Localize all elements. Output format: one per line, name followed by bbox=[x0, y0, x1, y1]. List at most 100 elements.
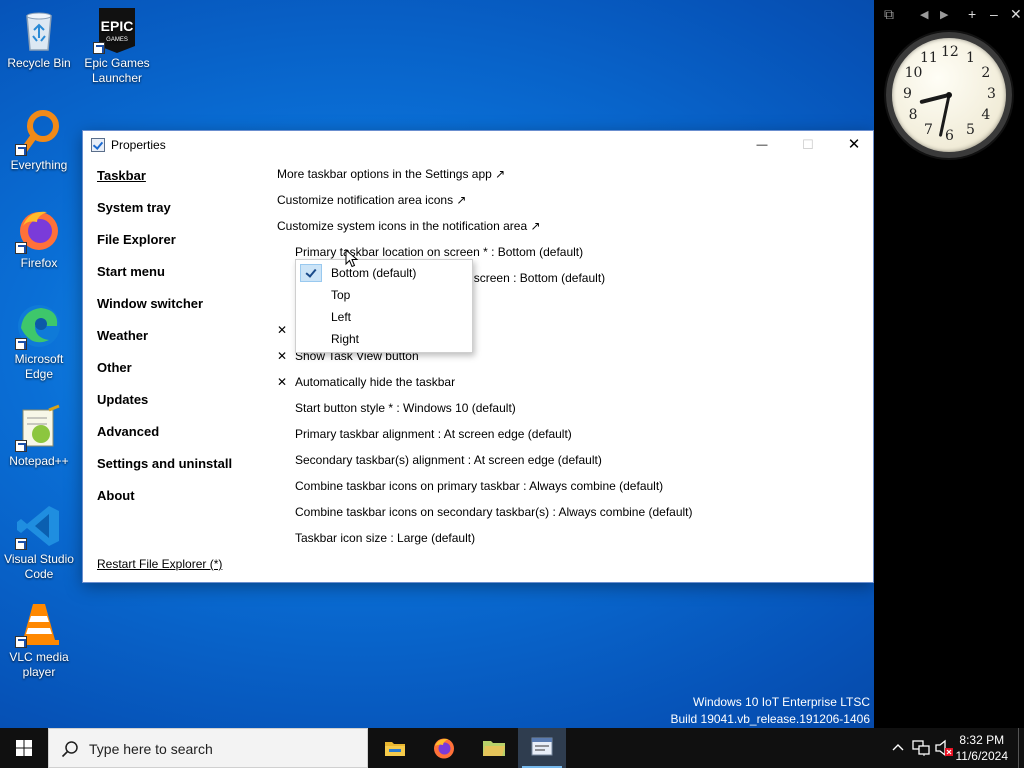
sidebar-item-advanced[interactable]: Advanced bbox=[97, 425, 267, 457]
taskbar-properties-app[interactable] bbox=[518, 728, 566, 768]
option-auto-hide-taskbar[interactable]: ✕ Automatically hide the taskbar bbox=[277, 375, 455, 389]
notepad-plus-plus-icon bbox=[15, 404, 63, 452]
desktop-icon-recycle-bin[interactable]: Recycle Bin bbox=[0, 6, 78, 71]
desktop-icon-label: VLC media player bbox=[9, 650, 69, 679]
sidebar-item-taskbar[interactable]: Taskbar bbox=[97, 169, 267, 201]
option-primary-taskbar-location[interactable]: Primary taskbar location on screen * : B… bbox=[295, 245, 583, 259]
taskbar: Type here to search 8:32 PM 11/6/2024 bbox=[0, 728, 1024, 768]
sidebar-item-window-switcher[interactable]: Window switcher bbox=[97, 297, 267, 329]
network-icon[interactable] bbox=[912, 739, 930, 757]
show-hidden-icons-chevron-icon[interactable] bbox=[892, 742, 904, 752]
shortcut-arrow-icon bbox=[15, 636, 27, 648]
clock-number: 10 bbox=[904, 65, 923, 81]
desktop-icon-everything[interactable]: Everything bbox=[0, 108, 78, 173]
taskbar-clock[interactable]: 8:32 PM 11/6/2024 bbox=[956, 732, 1009, 764]
sidebar-item-about[interactable]: About bbox=[97, 489, 267, 521]
properties-window: Properties — ☐ ✕ Taskbar System tray Fil… bbox=[82, 130, 874, 583]
option-hidden-checkbox[interactable]: ✕ bbox=[277, 323, 295, 337]
shortcut-arrow-icon bbox=[15, 338, 27, 350]
taskbar-time: 8:32 PM bbox=[959, 733, 1005, 747]
window-titlebar[interactable]: Properties — ☐ ✕ bbox=[83, 131, 873, 159]
desktop-icon-vscode[interactable]: Visual Studio Code bbox=[0, 502, 78, 582]
dropdown-item-label: Bottom (default) bbox=[331, 266, 417, 280]
start-button[interactable] bbox=[0, 728, 48, 768]
clock-number: 7 bbox=[924, 122, 933, 139]
watermark-build: Build 19041.vb_release.191206-1406 bbox=[670, 712, 871, 726]
desktop-icon-label: Recycle Bin bbox=[7, 56, 71, 70]
shortcut-arrow-icon bbox=[15, 538, 27, 550]
clock-number: 12 bbox=[941, 44, 959, 60]
taskbar-location-dropdown: Bottom (default) Top Left Right bbox=[295, 259, 473, 353]
windows-logo-icon bbox=[16, 740, 32, 756]
clock-number: 1 bbox=[966, 49, 975, 66]
gadget-toolbar-prev-icon[interactable]: ◀ bbox=[920, 8, 928, 21]
clock-number: 9 bbox=[903, 86, 912, 102]
firefox-icon bbox=[15, 206, 63, 254]
sidebar-item-start-menu[interactable]: Start menu bbox=[97, 265, 267, 297]
option-combine-primary[interactable]: Combine taskbar icons on primary taskbar… bbox=[295, 479, 663, 493]
volume-muted-icon[interactable] bbox=[934, 739, 954, 757]
option-label: Automatically hide the taskbar bbox=[295, 375, 456, 389]
mouse-cursor-icon bbox=[345, 249, 359, 268]
desktop-icon-vlc[interactable]: VLC media player bbox=[0, 600, 78, 680]
sidebar-item-updates[interactable]: Updates bbox=[97, 393, 267, 425]
desktop-icon-epic-games[interactable]: EPIC GAMES Epic Games Launcher bbox=[78, 6, 156, 86]
shortcut-arrow-icon bbox=[93, 42, 105, 54]
taskbar-firefox[interactable] bbox=[420, 728, 468, 768]
edge-icon bbox=[15, 302, 63, 350]
windows-version-watermark: Windows 10 IoT Enterprise LTSC Build 190… bbox=[671, 694, 871, 728]
dropdown-item-top[interactable]: Top bbox=[298, 284, 470, 306]
dropdown-item-bottom[interactable]: Bottom (default) bbox=[298, 262, 470, 284]
option-notification-area-icons-link[interactable]: Customize notification area icons ↗ bbox=[277, 193, 466, 207]
svg-text:EPIC: EPIC bbox=[101, 18, 134, 34]
desktop-icon-firefox[interactable]: Firefox bbox=[0, 206, 78, 271]
minimize-button[interactable]: — bbox=[739, 131, 785, 159]
sidebar-item-settings-and-uninstall[interactable]: Settings and uninstall bbox=[97, 457, 267, 489]
desktop-icon-label: Firefox bbox=[20, 256, 58, 270]
taskbar-date: 11/6/2024 bbox=[955, 749, 1009, 763]
settings-sidebar: Taskbar System tray File Explorer Start … bbox=[97, 169, 267, 521]
vlc-icon bbox=[15, 600, 63, 648]
dropdown-item-left[interactable]: Left bbox=[298, 306, 470, 328]
gadget-toolbar-close-icon[interactable]: ✕ bbox=[1010, 6, 1022, 23]
close-button[interactable]: ✕ bbox=[831, 131, 877, 159]
epic-games-icon: EPIC GAMES bbox=[93, 6, 141, 54]
show-desktop-button[interactable] bbox=[1018, 728, 1024, 768]
clock-number: 6 bbox=[945, 128, 954, 144]
watermark-edition: Windows 10 IoT Enterprise LTSC bbox=[693, 695, 870, 709]
gadget-toolbar-next-icon[interactable]: ▶ bbox=[940, 8, 948, 21]
desktop-icon-label: Everything bbox=[10, 158, 68, 172]
clock-number: 8 bbox=[908, 107, 918, 123]
maximize-button[interactable]: ☐ bbox=[785, 131, 831, 159]
option-taskbar-icon-size[interactable]: Taskbar icon size : Large (default) bbox=[295, 531, 475, 545]
checkbox-x-icon: ✕ bbox=[277, 349, 288, 363]
desktop-icon-edge[interactable]: Microsoft Edge bbox=[0, 302, 78, 382]
restart-file-explorer-link[interactable]: Restart File Explorer (*) bbox=[97, 557, 222, 571]
option-start-button-style[interactable]: Start button style * : Windows 10 (defau… bbox=[295, 401, 516, 415]
option-settings-app-link[interactable]: More taskbar options in the Settings app… bbox=[277, 167, 505, 181]
gadget-toolbar: ⧉ ◀ ▶ + – ✕ bbox=[882, 6, 1022, 24]
sidebar-item-weather[interactable]: Weather bbox=[97, 329, 267, 361]
option-secondary-taskbar-alignment[interactable]: Secondary taskbar(s) alignment : At scre… bbox=[295, 453, 602, 467]
properties-app-icon bbox=[531, 737, 553, 756]
gadget-toolbar-add-icon[interactable]: + bbox=[968, 6, 976, 22]
clock-center-pin bbox=[946, 92, 952, 98]
desktop-icon-label: Visual Studio Code bbox=[4, 552, 74, 581]
sidebar-item-system-tray[interactable]: System tray bbox=[97, 201, 267, 233]
gadget-toolbar-restore-icon[interactable]: ⧉ bbox=[884, 6, 894, 23]
taskbar-search-box[interactable]: Type here to search bbox=[48, 728, 368, 768]
desktop-icon-notepad-plus-plus[interactable]: Notepad++ bbox=[0, 404, 78, 469]
sidebar-item-other[interactable]: Other bbox=[97, 361, 267, 393]
gadget-toolbar-minimize-icon[interactable]: – bbox=[990, 6, 998, 22]
checkbox-x-icon: ✕ bbox=[277, 375, 288, 389]
option-combine-secondary[interactable]: Combine taskbar icons on secondary taskb… bbox=[295, 505, 693, 519]
shortcut-arrow-icon bbox=[15, 440, 27, 452]
vscode-icon bbox=[15, 502, 63, 550]
sidebar-item-file-explorer[interactable]: File Explorer bbox=[97, 233, 267, 265]
option-system-icons-link[interactable]: Customize system icons in the notificati… bbox=[277, 219, 541, 233]
shortcut-arrow-icon bbox=[15, 144, 27, 156]
option-primary-taskbar-alignment[interactable]: Primary taskbar alignment : At screen ed… bbox=[295, 427, 572, 441]
taskbar-file-explorer[interactable] bbox=[370, 728, 418, 768]
taskbar-folder-app[interactable] bbox=[470, 728, 518, 768]
dropdown-item-right[interactable]: Right bbox=[298, 328, 470, 350]
